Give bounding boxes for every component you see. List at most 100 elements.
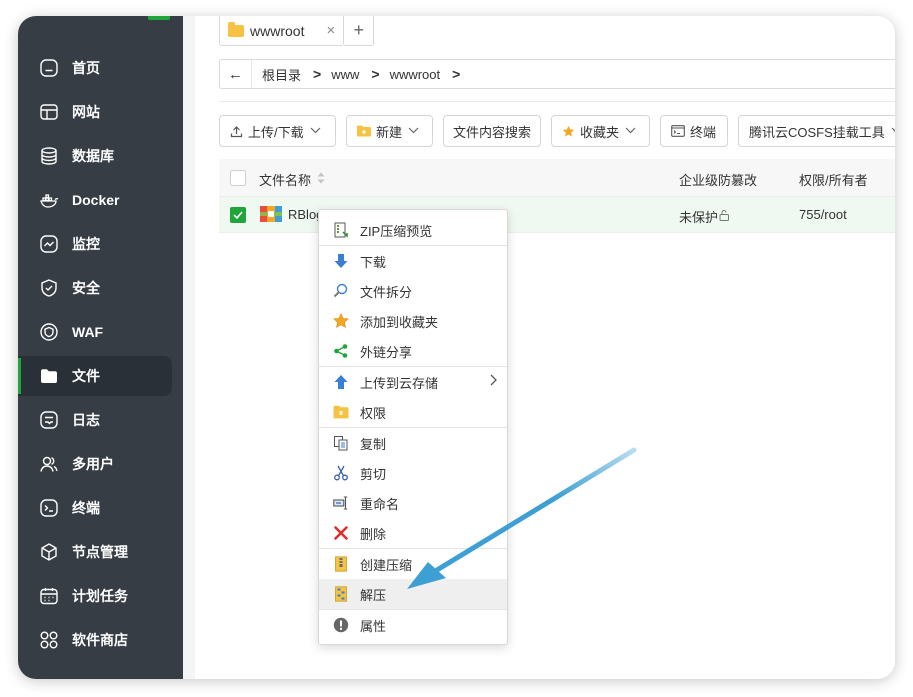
shield-icon [39,278,59,298]
upload-cloud-icon [333,374,349,390]
new-folder-icon [357,125,371,137]
folder-icon [228,21,244,37]
menu-item-permission[interactable]: 权限 [319,397,507,427]
compress-icon [333,556,349,572]
sidebar-item-label: 首页 [72,60,100,76]
upload-download-button[interactable]: 上传/下载 [219,115,336,147]
sidebar-item-website[interactable]: 网站 [18,92,183,132]
divider [219,101,895,102]
sidebar-item-label: 安全 [72,280,100,296]
sidebar-item-label: 监控 [72,236,100,252]
breadcrumb-item-root[interactable]: 根目录 [262,65,301,84]
menu-item-properties[interactable]: 属性 [319,610,507,640]
breadcrumb-item-www[interactable]: www [331,67,359,82]
column-header-name[interactable]: 文件名称 [259,170,311,189]
node-icon [39,542,59,562]
sidebar-item-label: 多用户 [72,456,114,472]
docker-icon [39,190,59,210]
menu-item-add-favorite[interactable]: 添加到收藏夹 [319,306,507,336]
context-menu: ZIP压缩预览 下载 文件拆分 添加到收藏夹 外链分享 上传到云存储 权限 复制… [318,209,508,645]
favorites-button[interactable]: 收藏夹 [551,115,650,147]
menu-item-cut[interactable]: 剪切 [319,458,507,488]
menu-item-rename[interactable]: 重命名 [319,488,507,518]
sidebar-item-label: 数据库 [72,148,114,164]
chevron-down-icon [625,126,636,137]
sidebar-item-files[interactable]: 文件 [18,356,172,396]
cosfs-mount-button[interactable]: 腾讯云COSFS挂载工具 [738,115,895,147]
log-icon [39,410,59,430]
content-search-button[interactable]: 文件内容搜索 [443,115,541,147]
menu-item-delete[interactable]: 删除 [319,518,507,548]
sidebar-item-docker[interactable]: Docker [18,180,183,220]
select-all-checkbox[interactable] [230,170,246,186]
sidebar-item-terminal[interactable]: 终端 [18,488,183,528]
menu-item-split[interactable]: 文件拆分 [319,276,507,306]
website-icon [39,102,59,122]
chevron-right-icon [490,374,497,389]
unlock-icon[interactable] [718,209,730,224]
menu-item-extract[interactable]: 解压 [319,579,507,609]
sidebar-item-monitor[interactable]: 监控 [18,224,183,264]
download-icon [333,253,349,269]
sidebar-top-indicator [148,16,170,20]
waf-icon [39,322,59,342]
home-icon [39,58,59,78]
new-button[interactable]: 新建 [346,115,433,147]
menu-item-zip-preview[interactable]: ZIP压缩预览 [319,215,507,245]
menu-item-upload-cloud[interactable]: 上传到云存储 [319,367,507,397]
sidebar-item-label: 网站 [72,104,100,120]
sort-icon[interactable] [317,172,325,184]
sidebar-item-label: 终端 [72,500,100,516]
column-header-permission: 权限/所有者 [799,173,868,188]
sidebar-item-label: 计划任务 [72,588,128,604]
back-button[interactable]: ← [220,60,252,88]
users-icon [39,454,59,474]
permission-owner[interactable]: 755/root [799,207,847,222]
sidebar-item-label: 日志 [72,412,100,428]
sidebar-item-label: Docker [72,192,120,208]
sidebar-item-waf[interactable]: WAF [18,312,183,352]
breadcrumb: ← 根目录 > www > wwwroot > [219,59,895,89]
breadcrumb-item-wwwroot[interactable]: wwwroot [390,67,441,82]
sidebar-item-store[interactable]: 软件商店 [18,620,183,660]
chevron-down-icon [310,126,321,137]
split-icon [333,283,349,299]
sidebar-item-security[interactable]: 安全 [18,268,183,308]
row-checkbox[interactable] [230,207,246,223]
protection-status: 未保护 [679,210,719,225]
sidebar-item-cron[interactable]: 计划任务 [18,576,183,616]
sidebar-item-logs[interactable]: 日志 [18,400,183,440]
sidebar-item-label: 软件商店 [72,632,128,648]
sidebar-item-database[interactable]: 数据库 [18,136,183,176]
star-icon [333,313,349,329]
sidebar-item-nodes[interactable]: 节点管理 [18,532,183,572]
table-header: 文件名称 企业级防篡改 权限/所有者 [219,159,895,197]
add-tab-button[interactable]: + [344,16,375,46]
tab-wwwroot[interactable]: wwwroot × [219,16,345,46]
chevron-down-icon [891,126,895,137]
sidebar-item-label: 节点管理 [72,544,128,560]
archive-file-icon [260,205,282,223]
column-header-protection: 企业级防篡改 [679,173,758,188]
sidebar-item-users[interactable]: 多用户 [18,444,183,484]
terminal-icon [671,125,685,137]
menu-item-download[interactable]: 下载 [319,246,507,276]
terminal-button[interactable]: 终端 [660,115,728,147]
menu-item-share[interactable]: 外链分享 [319,336,507,366]
share-icon [333,343,349,359]
tab-bar: wwwroot × + [219,16,375,46]
extract-icon [333,586,349,602]
upload-icon [230,125,243,138]
sidebar-item-home[interactable]: 首页 [18,48,183,88]
check-icon [233,211,243,220]
zip-preview-icon [333,222,349,238]
folder-icon [39,366,59,386]
main-area: wwwroot × + ← 根目录 > www > wwwroot > 上传/下… [183,16,895,679]
menu-item-copy[interactable]: 复制 [319,428,507,458]
menu-item-compress[interactable]: 创建压缩 [319,549,507,579]
star-icon [562,125,575,138]
store-icon [39,630,59,650]
chevron-right-icon: > [452,66,461,82]
chevron-down-icon [408,126,419,137]
close-icon[interactable]: × [326,22,335,39]
